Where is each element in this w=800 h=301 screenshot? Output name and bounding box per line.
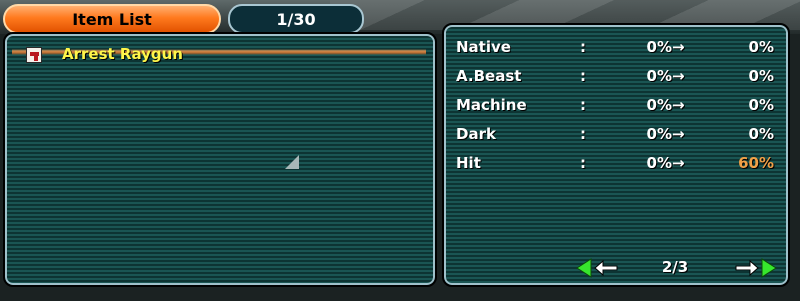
stat-new-value: 60% xyxy=(738,154,774,172)
stat-current-value: 0% xyxy=(646,67,672,85)
stat-row-dark: Dark : 0% → 0% xyxy=(0,123,800,145)
stat-colon: : xyxy=(580,154,586,172)
stat-row-abeast: A.Beast : 0% → 0% xyxy=(0,65,800,87)
stat-colon: : xyxy=(580,125,586,143)
stat-label: Hit xyxy=(456,154,481,172)
stat-label: Native xyxy=(456,38,511,56)
stat-row-hit: Hit : 0% → 60% xyxy=(0,152,800,174)
stat-new-value: 0% xyxy=(748,67,774,85)
stat-row-native: Native : 0% → 0% xyxy=(0,36,800,58)
arrow-right-icon xyxy=(735,258,777,278)
arrow-right-icon: → xyxy=(672,96,685,114)
stat-colon: : xyxy=(580,38,586,56)
stat-current-value: 0% xyxy=(646,96,672,114)
stat-new-value: 0% xyxy=(748,96,774,114)
arrow-left-icon xyxy=(576,258,618,278)
stat-colon: : xyxy=(580,96,586,114)
arrow-right-icon: → xyxy=(672,67,685,85)
tab-item-list[interactable]: Item List xyxy=(3,4,221,34)
prev-page-button[interactable] xyxy=(575,258,619,278)
item-count: 1/30 xyxy=(228,4,364,34)
stat-new-value: 0% xyxy=(748,38,774,56)
next-page-button[interactable] xyxy=(734,258,778,278)
arrow-right-icon: → xyxy=(672,154,685,172)
stat-colon: : xyxy=(580,67,586,85)
stat-label: Machine xyxy=(456,96,527,114)
page-indicator: 2/3 xyxy=(661,258,689,276)
stat-label: A.Beast xyxy=(456,67,522,85)
arrow-right-icon: → xyxy=(672,125,685,143)
stat-label: Dark xyxy=(456,125,496,143)
stat-current-value: 0% xyxy=(646,154,672,172)
stat-current-value: 0% xyxy=(646,125,672,143)
stat-row-machine: Machine : 0% → 0% xyxy=(0,94,800,116)
arrow-right-icon: → xyxy=(672,38,685,56)
stat-new-value: 0% xyxy=(748,125,774,143)
stat-current-value: 0% xyxy=(646,38,672,56)
